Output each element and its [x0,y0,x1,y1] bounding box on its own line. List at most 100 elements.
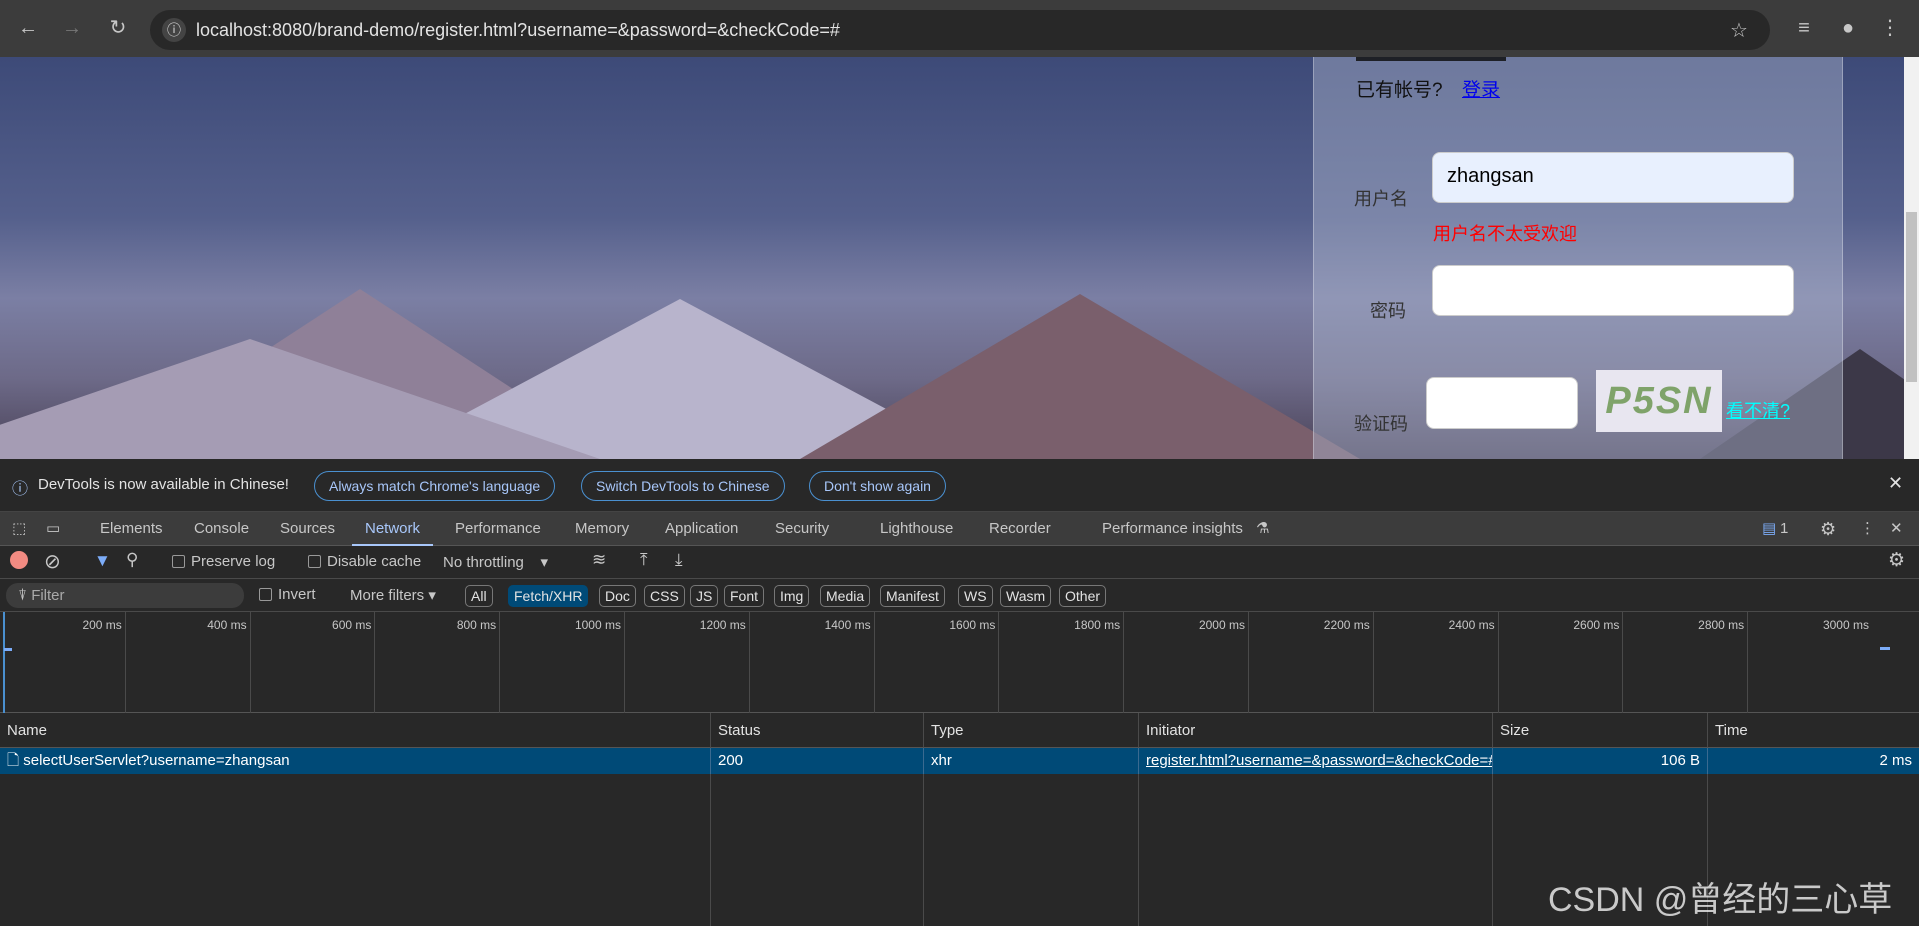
filter-icon[interactable]: ▼ [94,551,111,571]
filter-all[interactable]: All [465,585,493,607]
filter-ws[interactable]: WS [958,585,993,607]
network-settings-icon[interactable]: ⚙ [1888,549,1905,572]
search-icon[interactable]: ⚲ [126,550,138,570]
username-label: 用户名 [1354,189,1408,209]
column-size[interactable]: Size [1492,713,1707,748]
throttling-select[interactable]: No throttling ▾ [443,553,548,571]
column-initiator[interactable]: Initiator [1138,713,1492,748]
column-divider [923,774,924,926]
network-overview-timeline[interactable]: 200 ms 400 ms 600 ms 800 ms 1000 ms 1200 ms 14… [0,612,1919,713]
filter-funnel-icon: ⍒ [18,587,28,604]
more-options-icon[interactable]: ⋮ [1860,512,1875,546]
close-icon[interactable]: ✕ [1888,473,1903,494]
filter-other[interactable]: Other [1059,585,1107,607]
tab-network[interactable]: Network [352,512,434,546]
settings-icon[interactable]: ⚙ [1820,512,1836,546]
column-type[interactable]: Type [923,713,1138,748]
timeline-tick: 3000 ms [1747,612,1872,713]
password-input[interactable] [1432,265,1794,316]
disable-cache-checkbox[interactable]: Disable cache [308,553,421,570]
always-match-language-button[interactable]: Always match Chrome's language [314,471,556,501]
filter-wasm[interactable]: Wasm [1000,585,1052,607]
refresh-captcha-link[interactable]: 看不清? [1726,397,1790,423]
column-time[interactable]: Time [1707,713,1919,748]
filter-doc[interactable]: Doc [599,585,636,607]
timeline-start-handle[interactable] [3,612,5,713]
star-icon[interactable]: ☆ [1730,18,1748,43]
tab-recorder[interactable]: Recorder [989,512,1051,546]
url-text[interactable]: localhost:8080/brand-demo/register.html?… [196,20,840,41]
info-icon: ⓘ [12,481,29,498]
devtools-tabbar: ⬚ ▭ Elements Console Sources Network Per… [0,512,1919,546]
issues-icon[interactable]: ▤ [1762,512,1776,546]
back-icon[interactable]: ← [14,14,42,42]
password-label: 密码 [1370,301,1406,321]
tab-elements[interactable]: Elements [100,512,163,546]
info-icon[interactable]: ⓘ [162,18,186,42]
watermark: CSDN @曾经的三心草 [1548,881,1893,919]
filter-fetch-xhr[interactable]: Fetch/XHR [508,585,589,607]
record-icon[interactable] [10,551,28,569]
filter-css[interactable]: CSS [644,585,685,607]
tab-lighthouse[interactable]: Lighthouse [880,512,953,546]
export-har-icon[interactable]: ⤓ [675,550,683,570]
network-toolbar: ⊘ ▼ ⚲ Preserve log Disable cache No thro… [0,546,1919,579]
issues-count[interactable]: 1 [1780,512,1788,546]
column-name[interactable]: Name [0,713,710,748]
media-icon[interactable]: ≡ [1790,14,1818,42]
scrollbar-thumb[interactable] [1906,212,1917,382]
checkcode-input[interactable] [1426,377,1578,429]
filter-media[interactable]: Media [820,585,871,607]
tab-security[interactable]: Security [775,512,829,546]
close-devtools-icon[interactable]: ✕ [1890,512,1903,546]
address-bar[interactable]: ⓘ localhost:8080/brand-demo/register.htm… [150,10,1770,50]
username-input[interactable]: zhangsan [1432,152,1794,203]
tab-console[interactable]: Console [194,512,249,546]
import-har-icon[interactable]: ⤒ [640,550,648,570]
forward-icon[interactable]: → [58,14,86,42]
login-link[interactable]: 登录 [1462,75,1500,102]
tab-sources[interactable]: Sources [280,512,335,546]
menu-icon[interactable]: ⋮ [1876,14,1904,42]
column-status[interactable]: Status [710,713,923,748]
devtools-language-infobar: ⓘ DevTools is now available in Chinese! … [0,459,1919,512]
tab-application[interactable]: Application [665,512,738,546]
profile-icon[interactable]: ● [1834,14,1862,42]
device-toolbar-icon[interactable]: ▭ [46,512,60,546]
checkcode-label: 验证码 [1354,414,1408,434]
more-filters-dropdown[interactable]: More filters ▾ [350,586,436,604]
row-initiator-link[interactable]: register.html?username=&password=&checkC… [1138,748,1492,774]
reload-icon[interactable]: ↻ [104,14,132,42]
column-divider [1138,774,1139,926]
timeline-tick: 200 ms [82,618,122,632]
has-account-text: 已有帐号? [1356,80,1443,101]
tab-performance[interactable]: Performance [455,512,541,546]
column-divider [710,774,711,926]
filter-input[interactable]: ⍒ Filter [6,583,244,608]
filter-font[interactable]: Font [724,585,765,607]
captcha-image[interactable]: P5SN [1596,370,1722,432]
dont-show-again-button[interactable]: Don't show again [809,471,946,501]
tab-performance-insights[interactable]: Performance insights [1102,512,1243,546]
timeline-tick: 600 ms [249,612,375,713]
page-scrollbar[interactable] [1904,57,1919,459]
document-icon: 🗋 [7,752,20,769]
invert-checkbox[interactable]: Invert [259,586,316,603]
row-status: 200 [710,748,923,774]
filter-img[interactable]: Img [774,585,810,607]
preserve-log-checkbox[interactable]: Preserve log [172,553,275,570]
timeline-tick: 2400 ms [1372,612,1498,713]
row-time: 2 ms [1707,748,1919,774]
tab-memory[interactable]: Memory [575,512,629,546]
inspect-element-icon[interactable]: ⬚ [12,512,26,546]
flask-icon: ⚗ [1256,520,1270,537]
timeline-tick: 1000 ms [499,612,624,713]
timeline-tick: 1600 ms [873,612,999,713]
network-conditions-icon[interactable]: ≋ [592,550,606,570]
timeline-tick: 1400 ms [748,612,874,713]
filter-manifest[interactable]: Manifest [880,585,945,607]
filter-js[interactable]: JS [690,585,719,607]
switch-to-chinese-button[interactable]: Switch DevTools to Chinese [581,471,785,501]
clear-icon[interactable]: ⊘ [44,549,61,574]
timeline-tick: 400 ms [124,612,250,713]
